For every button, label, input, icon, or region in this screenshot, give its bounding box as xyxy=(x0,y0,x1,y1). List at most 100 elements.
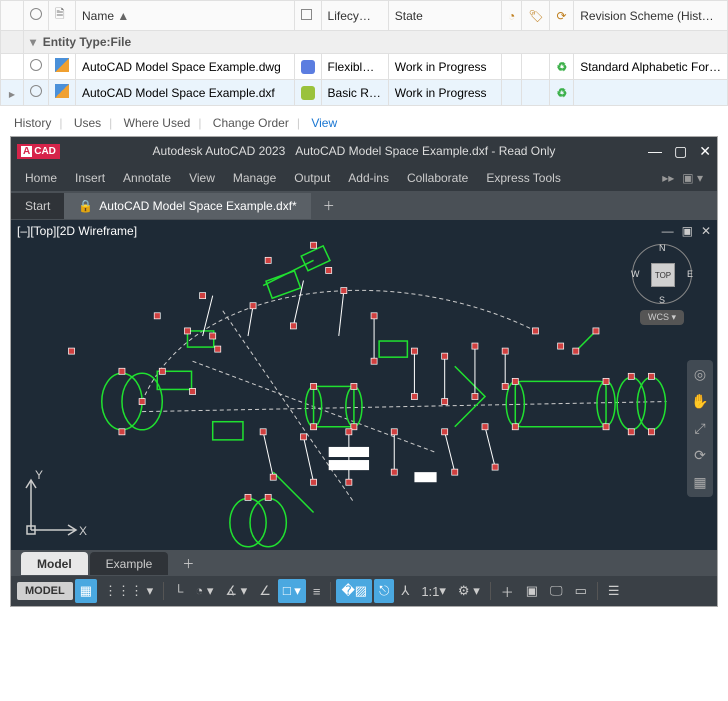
col-type-icon[interactable]: 🗎 xyxy=(49,1,76,31)
titlebar: ACAD Autodesk AutoCAD 2023 AutoCAD Model… xyxy=(11,137,717,165)
menu-express-tools[interactable]: Express Tools xyxy=(486,171,560,185)
viewcube[interactable]: TOP N S E W WCS ▾ xyxy=(627,244,697,325)
close-button[interactable]: ✕ xyxy=(699,143,711,160)
menu-manage[interactable]: Manage xyxy=(233,171,276,185)
recycle-icon: ♻ xyxy=(556,86,567,100)
tab-history[interactable]: History xyxy=(10,116,55,130)
file-lifecycle: Flexibl… xyxy=(321,54,388,80)
menu-home[interactable]: Home xyxy=(25,171,57,185)
file-type-icon xyxy=(55,58,69,72)
steering-wheel-icon[interactable]: ◎ xyxy=(694,366,706,383)
cad-drawing-svg xyxy=(11,220,717,550)
gear-icon[interactable]: ⚙ ▾ xyxy=(453,579,485,603)
tab-model[interactable]: Model xyxy=(21,552,88,575)
file-row[interactable]: AutoCAD Model Space Example.dwg Flexibl…… xyxy=(1,54,728,80)
ortho-icon[interactable]: └ xyxy=(169,580,188,603)
ribbon-minimize-icon[interactable]: ▣ ▾ xyxy=(682,171,703,185)
wcs-dropdown[interactable]: WCS ▾ xyxy=(640,310,684,325)
ucs-icon[interactable]: Y X xyxy=(21,470,91,540)
workspace-plus-icon[interactable]: ＋ xyxy=(496,578,519,605)
file-grid: 🗎 Name ▲ Lifecy… State ◔ 🏷 ⟳ Revision Sc… xyxy=(0,0,728,106)
active-doc-label: AutoCAD Model Space Example.dxf* xyxy=(99,199,296,213)
info-tab-bar: History| Uses| Where Used| Change Order|… xyxy=(0,106,728,136)
collapse-icon[interactable]: ▾ xyxy=(30,35,36,49)
navigation-bar: ◎ ✋ ⤢ ⟳ ▦ xyxy=(687,360,713,497)
isolate-icon[interactable]: ▣ xyxy=(521,579,543,603)
grid-display-icon[interactable]: ▦ xyxy=(75,579,97,603)
col-lifecycle-check[interactable] xyxy=(294,1,321,31)
col-link-icon-hdr[interactable]: ⟳ xyxy=(550,1,574,31)
annotation-icon[interactable]: ⅄ xyxy=(396,579,414,603)
file-state: Work in Progress xyxy=(388,80,501,106)
menu-output[interactable]: Output xyxy=(294,171,330,185)
file-revision: Standard Alphabetic For… xyxy=(574,54,728,80)
group-row[interactable]: ▾ Entity Type:File xyxy=(1,31,728,54)
modelspace-button[interactable]: MODEL xyxy=(17,582,73,600)
clean-screen-icon[interactable]: ▭ xyxy=(570,579,592,603)
col-revision-header[interactable]: Revision Scheme (Hist… xyxy=(574,1,728,31)
menu-annotate[interactable]: Annotate xyxy=(123,171,171,185)
new-layout-button[interactable]: ＋ xyxy=(170,551,206,576)
checkbox-icon xyxy=(301,9,312,20)
hardware-icon[interactable]: 🖵 xyxy=(545,579,568,603)
tag-icon: 🏷 xyxy=(528,9,543,23)
row-check-icon[interactable] xyxy=(30,85,42,97)
row-check-icon[interactable] xyxy=(30,59,42,71)
osnap-icon[interactable]: □ ▾ xyxy=(278,579,306,603)
tab-uses[interactable]: Uses xyxy=(70,116,105,130)
tab-start[interactable]: Start xyxy=(11,193,64,219)
menubar: Home Insert Annotate View Manage Output … xyxy=(11,165,717,191)
check-all-icon[interactable] xyxy=(30,8,42,20)
tab-change-order[interactable]: Change Order xyxy=(209,116,293,130)
file-name: AutoCAD Model Space Example.dxf xyxy=(76,80,295,106)
osnap-tracking-icon[interactable]: ∠ xyxy=(254,579,276,603)
col-name-header[interactable]: Name ▲ xyxy=(76,1,295,31)
lineweight-icon[interactable]: ≡ xyxy=(308,580,326,603)
selection-cycling-icon[interactable]: ⎋ xyxy=(374,579,394,603)
viewcube-s[interactable]: S xyxy=(659,295,665,305)
tab-view[interactable]: View xyxy=(307,116,341,130)
col-lifecycle-header[interactable]: Lifecy… xyxy=(321,1,388,31)
tab-example[interactable]: Example xyxy=(90,552,169,575)
layout-tabs: Model Example ＋ xyxy=(11,550,717,576)
pan-icon[interactable]: ✋ xyxy=(691,393,708,410)
document-icon: 🗎 xyxy=(55,7,65,21)
minimize-button[interactable]: — xyxy=(648,143,662,160)
file-row-selected[interactable]: ▶ AutoCAD Model Space Example.dxf Basic … xyxy=(1,80,728,106)
menu-view[interactable]: View xyxy=(189,171,215,185)
menu-collaborate[interactable]: Collaborate xyxy=(407,171,468,185)
ucs-y-label: Y xyxy=(35,468,43,482)
viewcube-w[interactable]: W xyxy=(631,269,640,279)
zoom-extents-icon[interactable]: ⤢ xyxy=(694,420,705,437)
file-type-icon xyxy=(55,84,69,98)
col-state-header[interactable]: State xyxy=(388,1,501,31)
col-label-icon-hdr[interactable]: 🏷 xyxy=(522,1,550,31)
tab-active-doc[interactable]: 🔒 AutoCAD Model Space Example.dxf* xyxy=(64,193,310,219)
menu-addins[interactable]: Add-ins xyxy=(348,171,389,185)
isodraft-icon[interactable]: ∡ ▾ xyxy=(220,579,252,603)
link-icon: ⟳ xyxy=(556,9,566,23)
new-tab-button[interactable]: ＋ xyxy=(311,191,347,220)
snap-mode-icon[interactable]: ⋮⋮⋮ ▾ xyxy=(99,579,158,603)
viewcube-e[interactable]: E xyxy=(687,269,693,279)
transparency-icon[interactable]: �▨ xyxy=(336,579,372,603)
customize-icon[interactable]: ☰ xyxy=(603,579,625,603)
grid-header-row: 🗎 Name ▲ Lifecy… State ◔ 🏷 ⟳ Revision Sc… xyxy=(1,1,728,31)
viewcube-top[interactable]: TOP xyxy=(651,263,675,287)
col-name-label: Name xyxy=(82,9,114,23)
showmotion-icon[interactable]: ▦ xyxy=(693,474,706,491)
ribbon-scroll-icon[interactable]: ▸▸ xyxy=(662,171,674,185)
status-bar: MODEL ▦ ⋮⋮⋮ ▾ └ ◔ ▾ ∡ ▾ ∠ □ ▾ ≡ �▨ ⎋ ⅄ 1… xyxy=(11,576,717,606)
annoscale-icon[interactable]: 1:1 ▾ xyxy=(416,579,451,603)
tab-where-used[interactable]: Where Used xyxy=(120,116,195,130)
drawing-canvas[interactable]: [–][Top][2D Wireframe] — ▣ ✕ xyxy=(11,220,717,550)
orbit-icon[interactable]: ⟳ xyxy=(694,447,706,464)
col-check[interactable] xyxy=(24,1,49,31)
lock-icon: 🔒 xyxy=(78,199,93,213)
menu-insert[interactable]: Insert xyxy=(75,171,105,185)
maximize-button[interactable]: ▢ xyxy=(674,143,687,160)
polar-icon[interactable]: ◔ ▾ xyxy=(190,579,218,603)
viewcube-n[interactable]: N xyxy=(659,243,666,253)
col-tag-icon-hdr[interactable]: ◔ xyxy=(501,1,521,31)
recycle-icon: ♻ xyxy=(556,60,567,74)
